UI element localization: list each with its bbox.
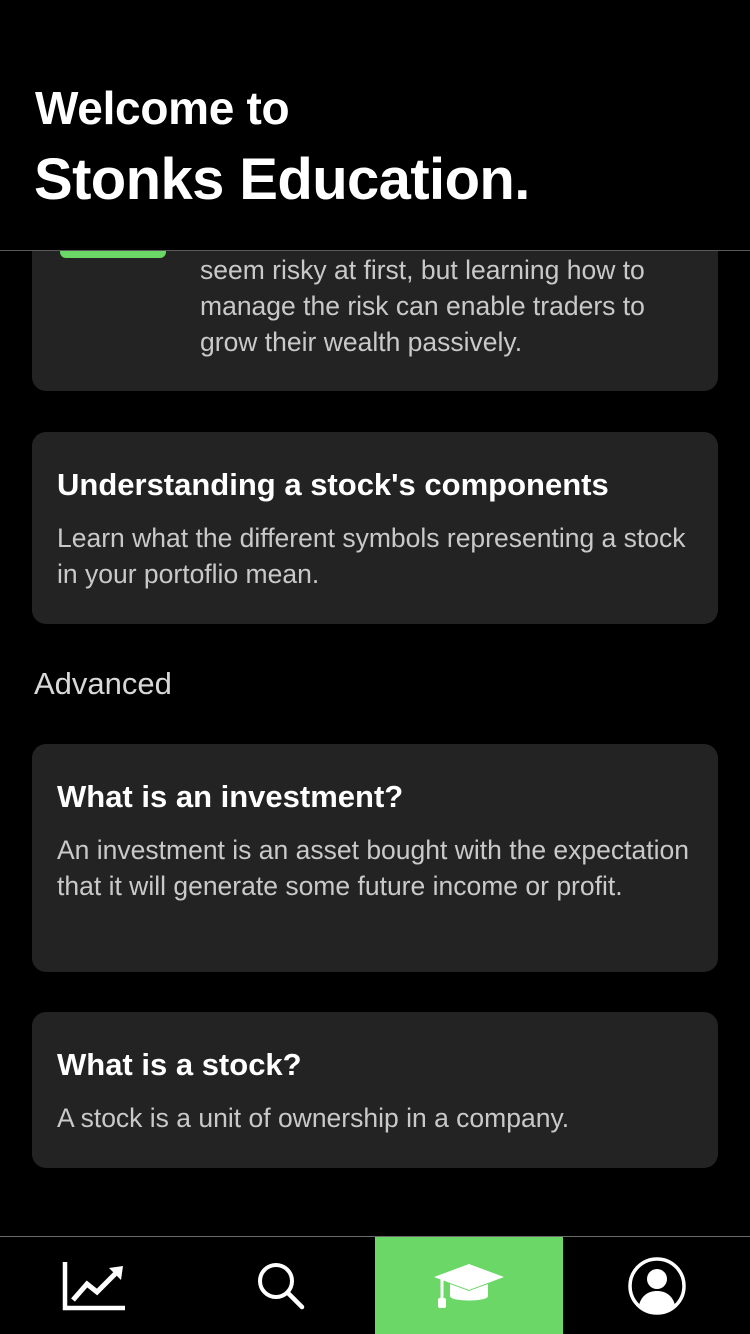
- education-screen: seem risky at first, but learning how to…: [0, 0, 750, 1334]
- graduation-cap-icon: [434, 1263, 504, 1308]
- tab-education[interactable]: [375, 1237, 563, 1334]
- lesson-description: A stock is a unit of ownership in a comp…: [57, 1103, 570, 1133]
- lesson-card-investment[interactable]: What is an investment? An investment is …: [32, 744, 718, 972]
- user-circle-icon: [627, 1256, 686, 1315]
- lesson-card-stock[interactable]: What is a stock? A stock is a unit of ow…: [32, 1012, 718, 1168]
- page-title: Stonks Education.: [34, 147, 530, 212]
- welcome-text: Welcome to: [35, 82, 290, 134]
- lesson-description: Learn what the different symbols represe…: [57, 523, 686, 589]
- chart-line-icon: [62, 1261, 125, 1310]
- page-header: Welcome to Stonks Education.: [0, 0, 750, 251]
- lesson-title: What is an investment?: [57, 779, 404, 814]
- lesson-title: Understanding a stock's components: [57, 467, 609, 502]
- lesson-description: An investment is an asset bought with th…: [57, 835, 689, 901]
- tab-stocks[interactable]: [0, 1237, 187, 1334]
- lesson-card-stock-components[interactable]: Understanding a stock's components Learn…: [32, 432, 718, 624]
- tab-profile[interactable]: [563, 1237, 750, 1334]
- tab-search[interactable]: [187, 1237, 375, 1334]
- lesson-description: seem risky at first, but learning how to…: [200, 255, 645, 357]
- lesson-title: What is a stock?: [57, 1047, 302, 1082]
- tab-bar: [0, 1236, 750, 1334]
- section-heading-advanced: Advanced: [34, 666, 172, 701]
- search-icon: [258, 1262, 305, 1309]
